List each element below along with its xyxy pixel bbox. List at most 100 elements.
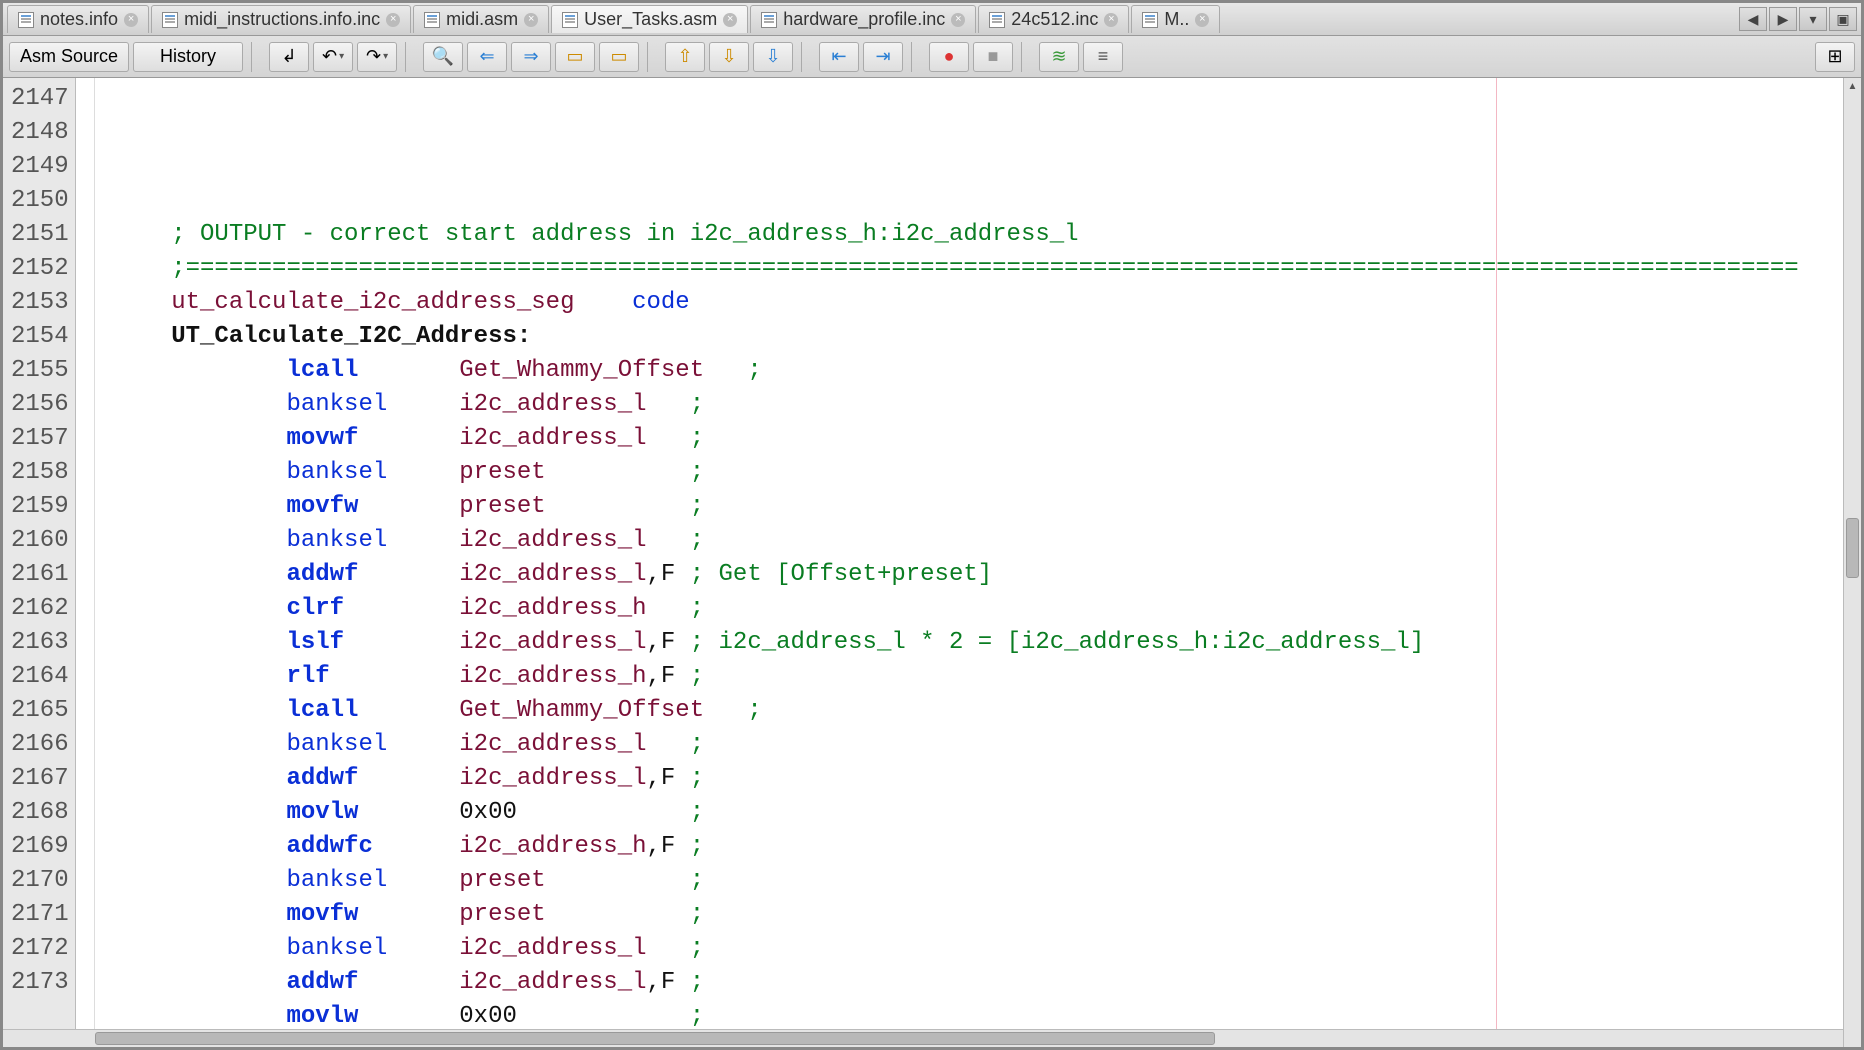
code-line[interactable]: ; OUTPUT - correct start address in i2c_… — [84, 218, 1843, 252]
tab-hardware-profile-inc[interactable]: hardware_profile.inc× — [750, 5, 976, 33]
code-token: ,F — [647, 969, 690, 996]
close-tab-button[interactable]: × — [1104, 13, 1118, 27]
tab-menu-button[interactable]: ▾ — [1799, 7, 1827, 31]
close-tab-button[interactable]: × — [124, 13, 138, 27]
close-tab-button[interactable]: × — [723, 13, 737, 27]
shift-right-button[interactable] — [863, 42, 903, 72]
line-number: 2164 — [11, 660, 69, 694]
code-token: preset — [459, 493, 689, 520]
line-number: 2167 — [11, 762, 69, 796]
redo-icon: ↷ — [366, 46, 381, 67]
tab-m-[interactable]: M..× — [1131, 5, 1220, 33]
code-line[interactable]: banksel i2c_address_l ; — [84, 932, 1843, 966]
code-line[interactable]: movlw 0x00 ; — [84, 796, 1843, 830]
lines-icon — [1098, 46, 1109, 67]
code-line[interactable]: banksel i2c_address_l ; — [84, 728, 1843, 762]
code-token: ; — [690, 493, 704, 520]
wave-icon — [1052, 46, 1067, 67]
code-line[interactable]: rlf i2c_address_h,F ; — [84, 660, 1843, 694]
find-prev-button[interactable] — [467, 42, 507, 72]
code-token: i2c_address_l — [459, 425, 689, 452]
tab-user-tasks-asm[interactable]: User_Tasks.asm× — [551, 5, 748, 33]
code-line[interactable]: movwf i2c_address_l ; — [84, 422, 1843, 456]
find-selection-button[interactable] — [555, 42, 595, 72]
close-tab-button[interactable]: × — [386, 13, 400, 27]
find-button[interactable] — [423, 42, 463, 72]
code-token: banksel — [114, 527, 460, 554]
macro-stop-button[interactable] — [973, 42, 1013, 72]
code-token: ; — [690, 391, 704, 418]
line-number: 2162 — [11, 592, 69, 626]
split-icon: ⊞ — [1827, 46, 1842, 67]
tab-midi-asm[interactable]: midi.asm × — [413, 5, 549, 33]
redo-dropdown-button[interactable]: ↷▾ — [357, 42, 397, 72]
last-edit-button[interactable]: ↲ — [269, 42, 309, 72]
code-line[interactable]: banksel preset ; — [84, 864, 1843, 898]
stop-icon — [988, 46, 999, 67]
code-token: ; — [690, 867, 704, 894]
split-button[interactable]: ⊞ — [1815, 42, 1855, 72]
code-line[interactable]: lslf i2c_address_l,F ; i2c_address_l * 2… — [84, 626, 1843, 660]
code-token: 0x00 — [459, 1003, 689, 1030]
code-token: addwf — [114, 561, 460, 588]
tab-notes-info[interactable]: notes.info× — [7, 5, 149, 33]
code-token: movfw — [114, 493, 460, 520]
close-tab-button[interactable]: × — [524, 13, 538, 27]
code-line[interactable]: movfw preset ; — [84, 898, 1843, 932]
file-icon — [424, 12, 440, 28]
arrow-up-icon — [678, 46, 693, 67]
code-line[interactable]: addwf i2c_address_l,F ; — [84, 762, 1843, 796]
toggle-highlight-button[interactable] — [599, 42, 639, 72]
file-icon — [162, 12, 178, 28]
code-line[interactable]: movfw preset ; — [84, 490, 1843, 524]
tab-scroll-right-button[interactable]: ▶ — [1769, 7, 1797, 31]
code-line[interactable]: lcall Get_Whammy_Offset ; — [84, 354, 1843, 388]
vertical-scrollbar[interactable]: ▲ — [1843, 78, 1861, 1047]
tab-label: midi.asm — [446, 9, 518, 30]
asm-source-button[interactable]: Asm Source — [9, 42, 129, 72]
code-line[interactable]: addwfc i2c_address_h,F ; — [84, 830, 1843, 864]
line-number: 2148 — [11, 116, 69, 150]
code-line[interactable]: addwf i2c_address_l,F ; — [84, 966, 1843, 1000]
code-line[interactable]: UT_Calculate_I2C_Address: — [84, 320, 1843, 354]
next-bookmark-button[interactable] — [709, 42, 749, 72]
diff-button[interactable] — [1039, 42, 1079, 72]
history-button[interactable]: History — [133, 42, 243, 72]
code-token: movlw — [114, 1003, 460, 1030]
code-token: ; — [690, 901, 704, 928]
code-token: code — [632, 289, 690, 316]
macro-record-button[interactable] — [929, 42, 969, 72]
code-token: banksel — [114, 935, 460, 962]
code-token: 0x00 — [459, 799, 689, 826]
line-number: 2166 — [11, 728, 69, 762]
code-line[interactable]: ut_calculate_i2c_address_seg code — [84, 286, 1843, 320]
arrow-right-icon — [524, 46, 539, 67]
code-line[interactable]: banksel i2c_address_l ; — [84, 388, 1843, 422]
tab-scroll-left-button[interactable]: ◀ — [1739, 7, 1767, 31]
shift-left-button[interactable] — [819, 42, 859, 72]
horizontal-scrollbar[interactable] — [3, 1029, 1843, 1047]
tab-24c512-inc[interactable]: 24c512.inc× — [978, 5, 1129, 33]
find-next-button[interactable] — [511, 42, 551, 72]
close-tab-button[interactable]: × — [1195, 13, 1209, 27]
line-number: 2152 — [11, 252, 69, 286]
maximize-button[interactable]: ▣ — [1829, 7, 1857, 31]
code-line[interactable]: banksel preset ; — [84, 456, 1843, 490]
toggle-bookmark-button[interactable] — [753, 42, 793, 72]
code-token: banksel — [114, 391, 460, 418]
code-line[interactable]: addwf i2c_address_l,F ; Get [Offset+pres… — [84, 558, 1843, 592]
undo-dropdown-button[interactable]: ↶▾ — [313, 42, 353, 72]
close-tab-button[interactable]: × — [951, 13, 965, 27]
prev-bookmark-button[interactable] — [665, 42, 705, 72]
code-line[interactable]: lcall Get_Whammy_Offset ; — [84, 694, 1843, 728]
code-line[interactable]: clrf i2c_address_h ; — [84, 592, 1843, 626]
scroll-thumb[interactable] — [95, 1032, 1215, 1045]
code-token: i2c_address_l — [459, 969, 646, 996]
scroll-thumb[interactable] — [1846, 518, 1859, 578]
code-area[interactable]: ; OUTPUT - correct start address in i2c_… — [76, 78, 1843, 1047]
line-number: 2149 — [11, 150, 69, 184]
lines-button[interactable] — [1083, 42, 1123, 72]
code-line[interactable]: ;=======================================… — [84, 252, 1843, 286]
code-line[interactable]: banksel i2c_address_l ; — [84, 524, 1843, 558]
tab-midi-instructions-info-inc[interactable]: midi_instructions.info.inc× — [151, 5, 411, 33]
